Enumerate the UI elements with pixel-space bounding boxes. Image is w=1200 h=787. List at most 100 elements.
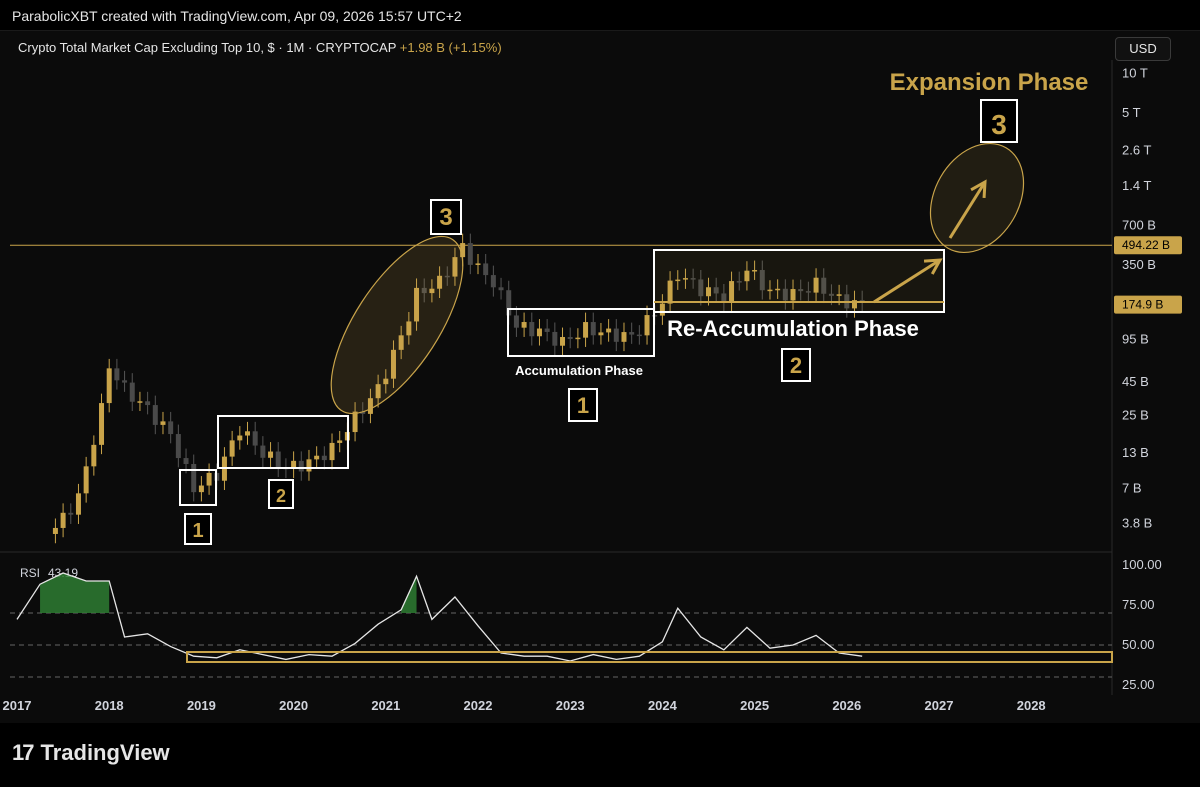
candle-body bbox=[598, 332, 604, 336]
brand-name: TradingView bbox=[40, 740, 170, 765]
y-tick-label: 5 T bbox=[1122, 105, 1141, 120]
tradingview-logo-icon: 17 bbox=[12, 740, 35, 765]
candle-body bbox=[160, 421, 166, 425]
y-tick-label: 2.6 T bbox=[1122, 142, 1151, 157]
cycle-marker-number: 2 bbox=[276, 486, 286, 506]
candle-body bbox=[536, 328, 542, 337]
candle-body bbox=[467, 243, 473, 265]
candle-body bbox=[229, 440, 235, 457]
candle-body bbox=[175, 434, 181, 459]
candle-body bbox=[137, 401, 143, 403]
candle-body bbox=[122, 380, 128, 383]
candle-body bbox=[629, 332, 635, 335]
x-tick-label: 2025 bbox=[740, 698, 769, 713]
rsi-pane: RSI 43.19 bbox=[10, 566, 1113, 678]
candle-body bbox=[314, 455, 320, 460]
candle-body bbox=[544, 328, 550, 332]
y-tick-label: 45 B bbox=[1122, 374, 1149, 389]
candle-body bbox=[298, 460, 304, 472]
reaccumulation-box-2019 bbox=[217, 415, 349, 469]
candle-body bbox=[613, 328, 619, 342]
candle-body bbox=[337, 440, 343, 443]
cycle-marker-number: 2 bbox=[790, 353, 802, 378]
candle-body bbox=[237, 435, 243, 441]
candle-body bbox=[306, 459, 312, 472]
candle-body bbox=[75, 493, 81, 515]
candle-body bbox=[83, 466, 89, 494]
chart-window: ParabolicXBT created with TradingView.co… bbox=[0, 0, 1200, 787]
rsi-label: RSI bbox=[20, 566, 40, 580]
accumulation-phase-label: Accumulation Phase bbox=[515, 363, 643, 378]
candle-body bbox=[498, 287, 504, 291]
expansion-ellipse-future bbox=[929, 142, 1025, 254]
y-tick-label: 7 B bbox=[1122, 480, 1142, 495]
y-tick-label: 25 B bbox=[1122, 408, 1149, 423]
y-tick-label: 350 B bbox=[1122, 257, 1156, 272]
price-tag-label: 494.22 B bbox=[1122, 238, 1170, 252]
candle-body bbox=[575, 337, 581, 340]
x-tick-label: 2027 bbox=[925, 698, 954, 713]
candle-body bbox=[583, 322, 589, 338]
annotation-layer: 1 2 3 1 2 Accumulation Phase Re-Accumulation P… bbox=[179, 69, 1089, 545]
candle-body bbox=[321, 455, 327, 461]
price-chart[interactable]: 1 2 3 1 2 Accumulation Phase Re-Accumulation P… bbox=[0, 0, 1200, 787]
y-tick-label: 10 T bbox=[1122, 66, 1148, 81]
candle-body bbox=[521, 322, 527, 328]
candle-body bbox=[529, 322, 535, 337]
candle-body bbox=[191, 464, 197, 493]
y-tick-label: 1.4 T bbox=[1122, 178, 1151, 193]
candle-body bbox=[198, 485, 204, 493]
candle-body bbox=[260, 445, 266, 458]
candle-body bbox=[129, 382, 135, 402]
x-tick-label: 2026 bbox=[832, 698, 861, 713]
candle-body bbox=[567, 337, 573, 339]
x-tick-label: 2020 bbox=[279, 698, 308, 713]
candle-body bbox=[252, 431, 258, 446]
candle-body bbox=[114, 368, 120, 381]
candle-body bbox=[590, 322, 596, 336]
candle-body bbox=[475, 263, 481, 265]
candle-body bbox=[152, 405, 158, 425]
x-tick-label: 2021 bbox=[371, 698, 400, 713]
y-tick-label: 13 B bbox=[1122, 445, 1149, 460]
x-tick-label: 2024 bbox=[648, 698, 678, 713]
y-tick-label: 3.8 B bbox=[1122, 515, 1152, 530]
candle-body bbox=[245, 431, 250, 436]
candle-body bbox=[60, 512, 66, 528]
cycle-marker-number: 1 bbox=[577, 393, 589, 418]
y-tick-label: 95 B bbox=[1122, 331, 1149, 346]
rsi-tick-label: 75.00 bbox=[1122, 597, 1155, 612]
candle-body bbox=[91, 444, 97, 467]
candle-body bbox=[68, 512, 74, 515]
candle-body bbox=[552, 331, 558, 346]
candle-body bbox=[268, 451, 274, 458]
candle-body bbox=[206, 472, 212, 486]
cycle-marker-number: 1 bbox=[192, 520, 203, 542]
x-tick-label: 2017 bbox=[3, 698, 32, 713]
x-tick-label: 2028 bbox=[1017, 698, 1046, 713]
rsi-tick-label: 100.00 bbox=[1122, 557, 1162, 572]
candle-body bbox=[106, 368, 112, 404]
candle-body bbox=[636, 334, 642, 337]
candle-body bbox=[329, 442, 335, 461]
candle-body bbox=[490, 275, 496, 288]
candle-body bbox=[606, 328, 612, 333]
candle-body bbox=[275, 451, 281, 468]
candle-body bbox=[483, 263, 489, 276]
x-tick-label: 2019 bbox=[187, 698, 216, 713]
x-tick-label: 2018 bbox=[95, 698, 124, 713]
candle-body bbox=[513, 315, 519, 328]
reaccumulation-phase-label: Re-Accumulation Phase bbox=[667, 316, 919, 341]
candle-body bbox=[183, 458, 189, 465]
tradingview-brand: 17 TradingView bbox=[12, 740, 170, 766]
rsi-tick-label: 25.00 bbox=[1122, 677, 1155, 692]
candle-body bbox=[99, 403, 105, 445]
candle-body bbox=[168, 421, 174, 435]
candle-body bbox=[145, 401, 151, 406]
x-tick-label: 2022 bbox=[464, 698, 493, 713]
candle-body bbox=[560, 337, 566, 346]
expansion-phase-label: Expansion Phase bbox=[890, 69, 1089, 96]
y-tick-label: 700 B bbox=[1122, 217, 1156, 232]
rsi-tick-label: 50.00 bbox=[1122, 637, 1155, 652]
candle-body bbox=[644, 315, 650, 336]
